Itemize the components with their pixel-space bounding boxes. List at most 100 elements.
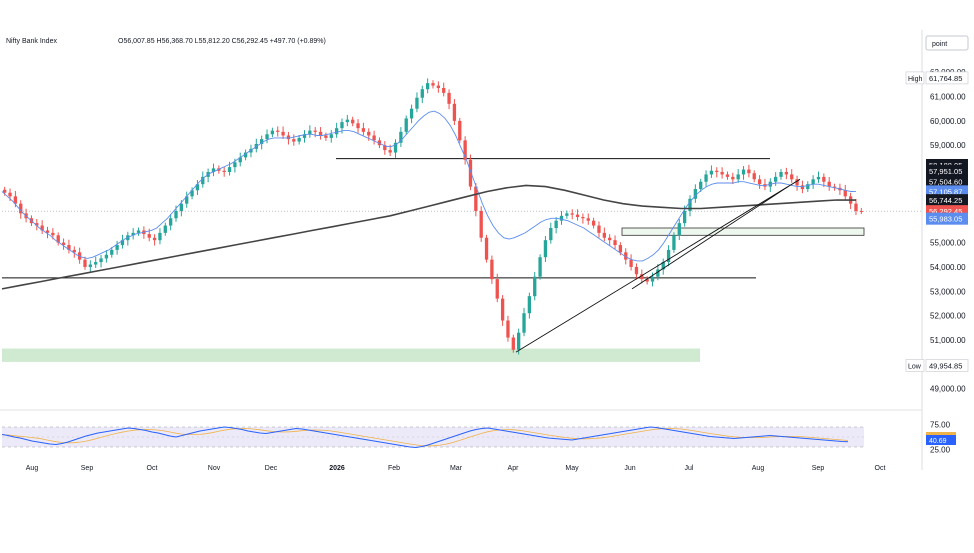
candle-body <box>736 174 740 180</box>
candle-body <box>602 232 606 238</box>
candle-body <box>634 266 639 275</box>
candle-body <box>773 176 778 182</box>
candle-body <box>351 119 355 124</box>
candle-body <box>436 85 441 88</box>
candle-body <box>575 214 580 218</box>
candle-body <box>276 130 280 132</box>
candle-body <box>715 170 719 172</box>
candle-body <box>597 225 601 233</box>
candle-body <box>163 225 167 233</box>
header-symbol: Nifty Bank Index <box>6 38 57 45</box>
candle-body <box>265 134 269 140</box>
candle-body <box>495 279 499 299</box>
candle-body <box>511 337 515 350</box>
candle-body <box>790 174 794 180</box>
time-tick-label: Aug <box>752 465 765 472</box>
candle-body <box>650 276 655 282</box>
candle-body <box>3 189 7 193</box>
price-label-tag-text: Low <box>908 363 922 370</box>
time-tick-label: Sep <box>81 465 94 472</box>
candle-body <box>286 135 291 140</box>
price-tick-label: 54,000.00 <box>930 263 966 272</box>
candle-body <box>345 119 349 123</box>
candle-body <box>227 167 232 172</box>
candle-body <box>731 176 735 180</box>
candle-body <box>297 137 301 142</box>
candle-body <box>313 130 317 132</box>
candle-body <box>709 170 714 175</box>
candle-body <box>543 240 548 258</box>
price-tick-label: 61,000.00 <box>930 93 966 102</box>
candle-body <box>720 172 724 175</box>
candle-body <box>613 240 617 246</box>
candle-body <box>859 210 863 212</box>
candle-body <box>591 220 596 226</box>
candle-body <box>147 234 151 238</box>
candle-body <box>704 174 708 182</box>
candle-body <box>741 169 746 175</box>
scale-button-label: point <box>932 41 947 48</box>
chart-svg: Nifty Bank Index O56,007.85 H56,368.70 L… <box>0 0 974 548</box>
candle-body <box>361 128 366 132</box>
price-label-value: 57,951.05 <box>929 167 962 176</box>
candle-body <box>136 230 141 233</box>
candle-body <box>629 259 633 267</box>
candle-body <box>479 210 483 238</box>
scale-button[interactable]: point <box>925 35 969 51</box>
price-tick-label: 52,000.00 <box>930 312 966 321</box>
candle-body <box>490 259 494 280</box>
price-tick-label: 49,000.00 <box>930 385 966 394</box>
candle-body <box>8 192 12 197</box>
candle-body <box>222 170 226 172</box>
price-tick-label: 59,000.00 <box>930 141 966 150</box>
candle-body <box>608 237 612 241</box>
candle-body <box>677 223 681 236</box>
candle-body <box>174 210 178 219</box>
candle-body <box>752 173 756 180</box>
time-tick-label: May <box>565 465 579 472</box>
candle-body <box>779 172 783 177</box>
candle-body <box>672 235 676 250</box>
candle-body <box>699 181 703 190</box>
candle-body <box>115 245 119 250</box>
candle-body <box>586 218 590 221</box>
candle-body <box>51 232 55 236</box>
time-tick-label: Feb <box>388 465 400 472</box>
candle-body <box>425 83 430 90</box>
candle-body <box>527 296 532 314</box>
candle-body <box>747 169 751 174</box>
time-tick-label: Aug <box>26 465 39 472</box>
candle-body <box>725 174 730 177</box>
candle-body <box>447 92 451 104</box>
candle-body <box>757 179 762 185</box>
candle-body <box>784 172 789 175</box>
chart-root: Nifty Bank Index O56,007.85 H56,368.70 L… <box>0 0 974 548</box>
candle-body <box>415 97 419 109</box>
candle-body <box>334 128 339 135</box>
candle-body <box>404 118 408 132</box>
candle-body <box>281 131 285 136</box>
candle-body <box>538 257 542 277</box>
candle-body <box>388 150 392 153</box>
time-tick-label: Oct <box>147 465 158 472</box>
candle-body <box>565 213 569 216</box>
rsi-tick-label: 25.00 <box>930 446 951 455</box>
time-tick-label: Sep <box>812 465 825 472</box>
time-tick-label: Oct <box>875 465 886 472</box>
rsi-indicator <box>1 426 864 449</box>
candle-body <box>179 203 184 211</box>
candle-body <box>816 176 821 180</box>
candle-body <box>549 228 553 241</box>
candle-body <box>99 258 103 263</box>
candle-body <box>308 130 312 135</box>
candle-body <box>152 237 157 241</box>
time-tick-label: Dec <box>265 465 278 472</box>
candle-body <box>517 332 521 350</box>
candle-body <box>581 217 585 219</box>
time-tick-label: Jun <box>624 465 635 472</box>
candle-body <box>318 131 323 136</box>
rsi-tick-label: 75.00 <box>930 421 951 430</box>
candle-body <box>554 220 558 228</box>
candle-body <box>367 131 371 136</box>
time-tick-label: Nov <box>208 465 221 472</box>
